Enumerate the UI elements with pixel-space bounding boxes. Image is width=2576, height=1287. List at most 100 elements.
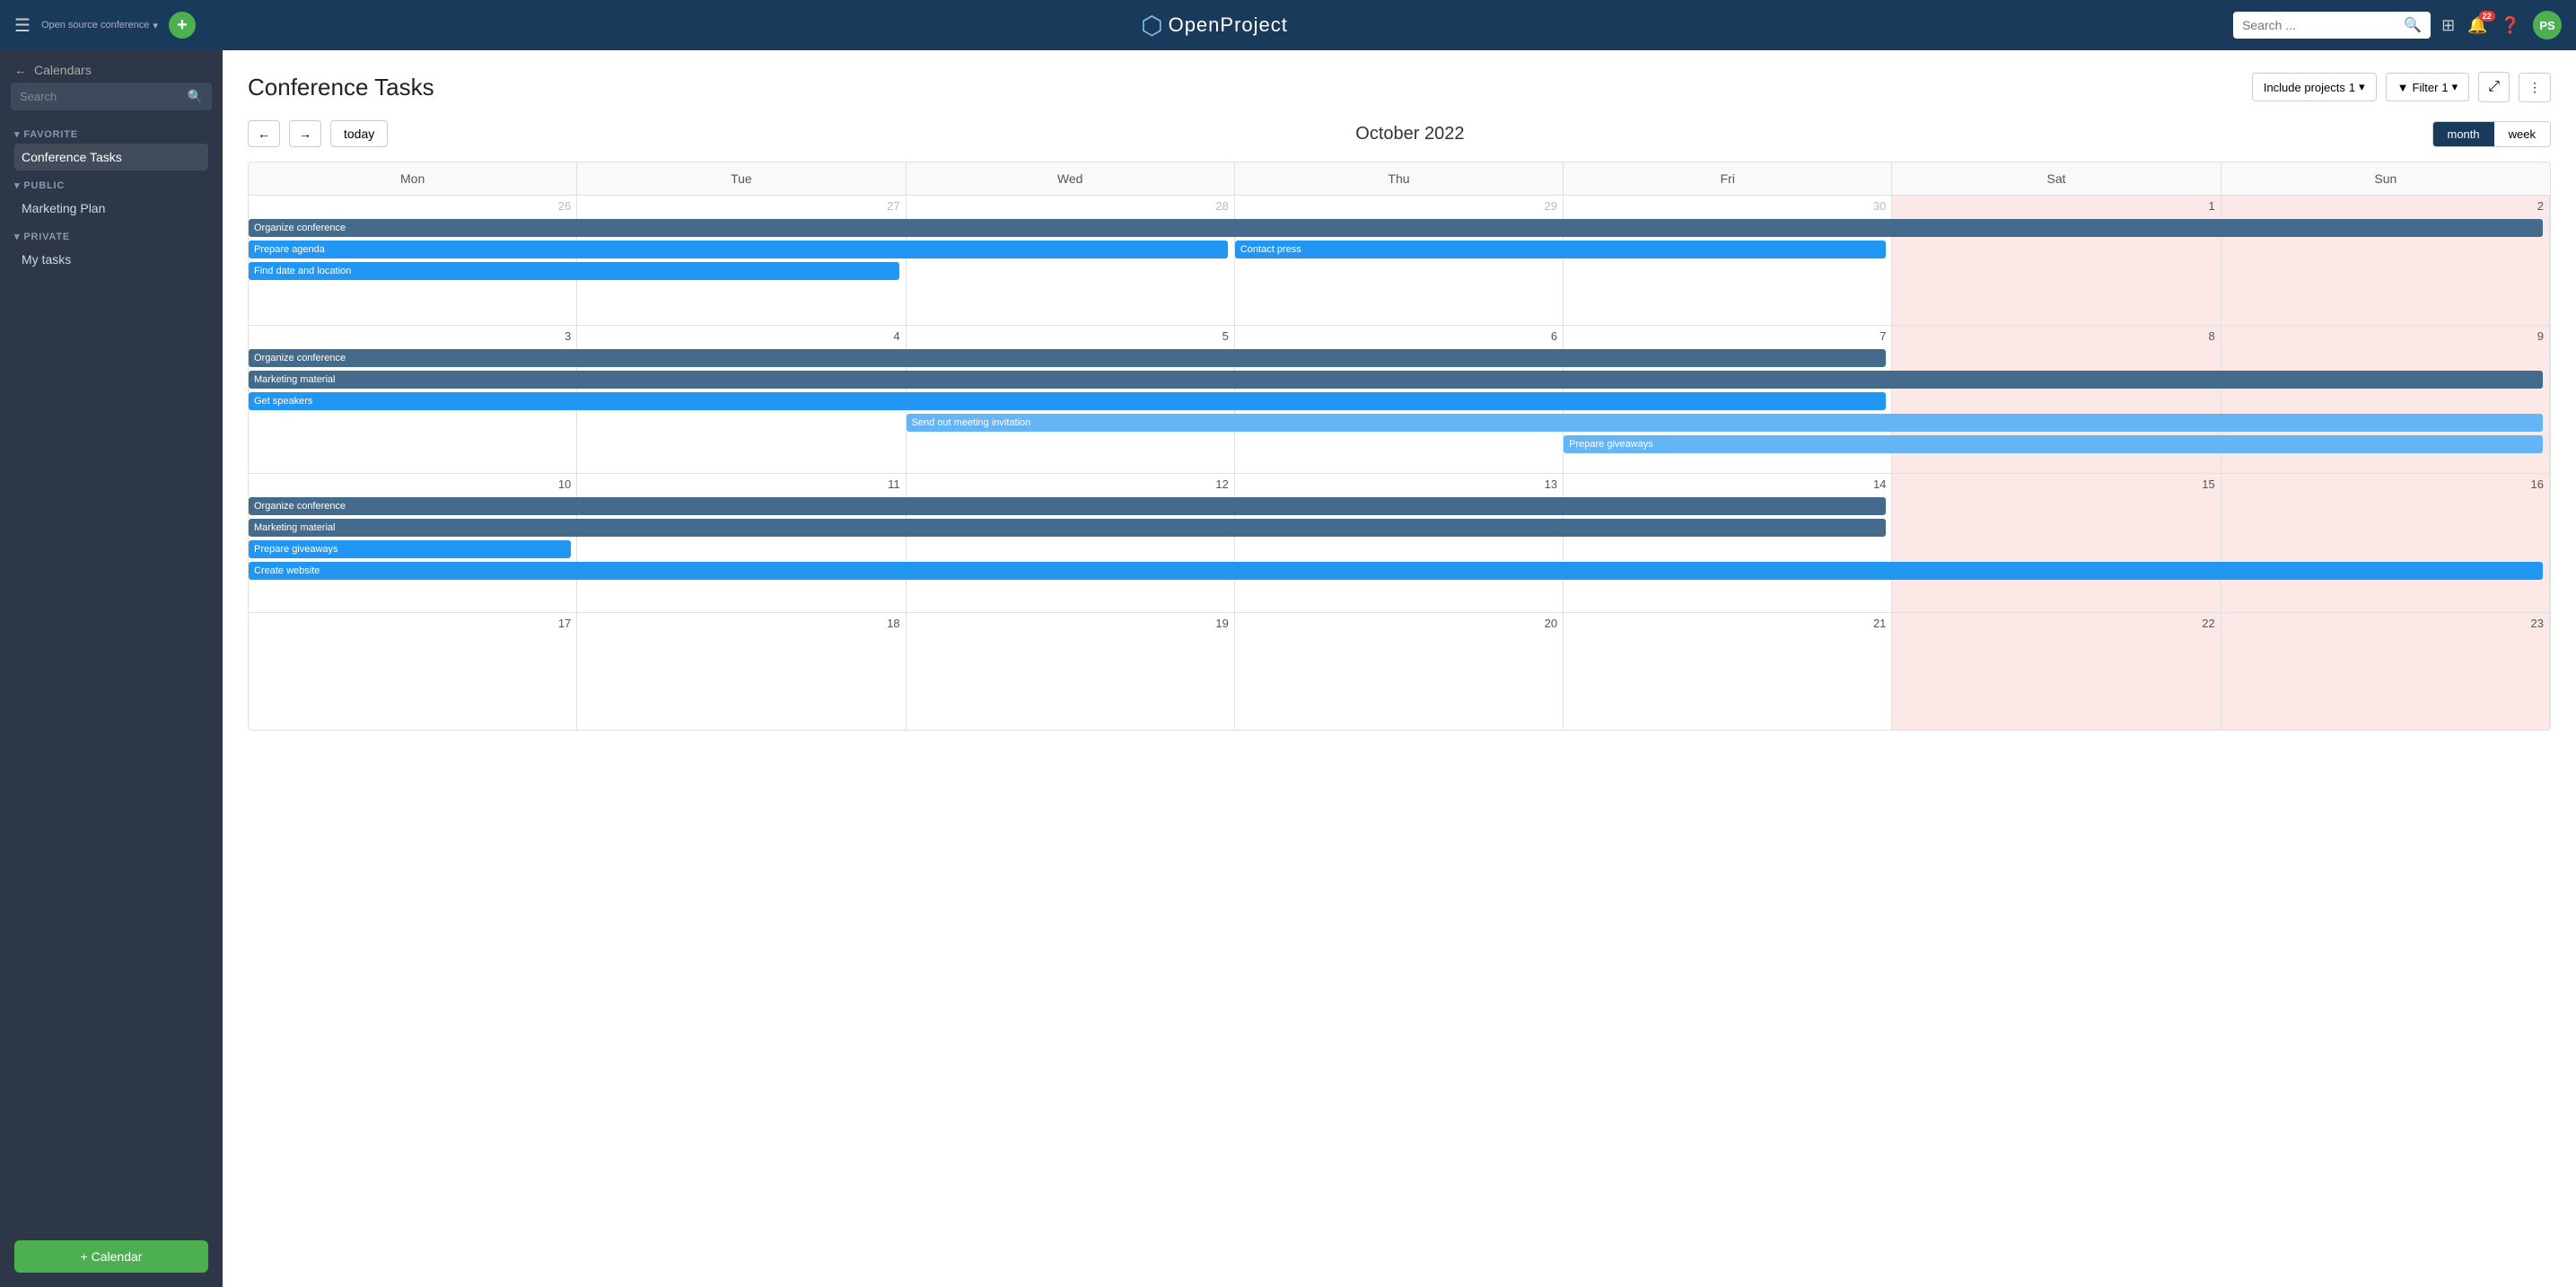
chevron-down-icon: ▾ [2452,80,2458,94]
sidebar-search-icon: 🔍 [188,89,203,104]
calendar-grid: Mon Tue Wed Thu Fri Sat Sun 26 27 28 29 … [248,162,2551,731]
sidebar-item-my-tasks[interactable]: My tasks [14,246,208,273]
chevron-down-icon: ▾ [14,179,20,191]
app-body: ← Calendars 🔍 ▾ Mon FAVORITE Conference … [0,50,2576,1287]
today-button[interactable]: today [330,120,388,147]
calendar-event[interactable]: Prepare agenda [249,241,1228,258]
calendar-event[interactable]: Contact press [1235,241,1886,258]
sidebar-item-conference-tasks[interactable]: Conference Tasks [14,144,208,171]
day-header-tue: Tue [577,162,906,195]
day-cell-13[interactable]: 13 [1235,474,1564,612]
arrow-left-icon: ← [14,63,27,77]
day-cell-1[interactable]: 1 [1892,196,2221,325]
filter-button[interactable]: ▼ Filter 1 ▾ [2386,73,2470,101]
day-num: 17 [254,617,571,634]
sidebar-section-private-header: ▾ PRIVATE [14,231,208,242]
global-search[interactable]: 🔍 [2233,12,2431,39]
day-num: 3 [254,329,571,346]
app-title: OpenProject [1169,13,1288,37]
search-icon: 🔍 [2404,16,2422,34]
project-name-label: Open source conference [41,20,149,31]
calendar-event[interactable]: Organize conference [249,219,2543,237]
day-num: 12 [912,477,1229,495]
notification-icon[interactable]: 🔔 22 [2467,16,2487,35]
sidebar-section-favorite-header: ▾ Mon FAVORITE [14,128,208,140]
day-cell-19[interactable]: 19 [907,613,1235,730]
search-input[interactable] [2242,18,2398,32]
day-num: 26 [254,199,571,216]
day-cell-30[interactable]: 30 [1564,196,1892,325]
day-num: 27 [583,199,899,216]
expand-button[interactable]: ⤢ [2478,72,2510,102]
day-cell-2[interactable]: 2 [2221,196,2550,325]
logo-icon: ⬡ [1141,11,1162,40]
sidebar-title: Calendars [34,63,92,77]
day-cell-16[interactable]: 16 [2221,474,2550,612]
sidebar-resize-handle[interactable] [219,50,223,1287]
include-projects-button[interactable]: Include projects 1 ▾ [2252,73,2377,101]
grid-icon[interactable]: ⊞ [2441,16,2455,35]
calendar-event[interactable]: Prepare giveaways [1564,435,2543,453]
day-cell-17[interactable]: 17 [249,613,577,730]
day-cell-15[interactable]: 15 [1892,474,2221,612]
day-cell-18[interactable]: 18 [577,613,906,730]
main-content: Conference Tasks Include projects 1 ▾ ▼ … [223,50,2576,1287]
day-cell-11[interactable]: 11 [577,474,906,612]
nav-icons: ⊞ 🔔 22 ❓ PS [2441,11,2562,39]
day-cell-23[interactable]: 23 [2221,613,2550,730]
day-num: 6 [1240,329,1557,346]
more-options-button[interactable]: ⋮ [2519,73,2551,102]
avatar[interactable]: PS [2533,11,2562,39]
day-num: 19 [912,617,1229,634]
add-project-button[interactable]: + [169,12,196,39]
week-row-3: 10 11 12 13 14 15 16 Organize conference… [249,473,2550,612]
day-cell-27[interactable]: 27 [577,196,906,325]
day-num: 8 [1897,329,2214,346]
chevron-down-icon: ▾ [153,20,158,31]
calendar-event[interactable]: Find date and location [249,262,899,280]
top-nav: ☰ Open source conference ▾ + ⬡ OpenProje… [0,0,2576,50]
add-calendar-button[interactable]: + Calendar [14,1240,208,1273]
day-cell-20[interactable]: 20 [1235,613,1564,730]
week-row-4: 17 18 19 20 21 22 23 [249,612,2550,730]
week-row-2: 3 4 5 6 7 8 9 Organize conferenceMarketi… [249,325,2550,473]
week-view-button[interactable]: week [2494,122,2550,146]
day-cell-21[interactable]: 21 [1564,613,1892,730]
calendar-event[interactable]: Send out meeting invitation [907,414,2544,432]
day-header-thu: Thu [1235,162,1564,195]
calendar-event[interactable]: Marketing material [249,519,1886,537]
day-cell-29[interactable]: 29 [1235,196,1564,325]
day-cell-28[interactable]: 28 [907,196,1235,325]
next-month-button[interactable]: → [289,120,321,147]
calendar-event[interactable]: Organize conference [249,497,1886,515]
calendar-event[interactable]: Create website [249,562,2543,580]
day-cell-26[interactable]: 26 [249,196,577,325]
project-selector[interactable]: Open source conference ▾ [41,20,158,31]
sidebar-search-input[interactable] [20,90,182,103]
day-num: 13 [1240,477,1557,495]
day-cell-22[interactable]: 22 [1892,613,2221,730]
sidebar-back-button[interactable]: ← Calendars [0,50,223,83]
calendar-nav: ← → today October 2022 month week [248,120,2551,147]
prev-month-button[interactable]: ← [248,120,280,147]
sidebar-item-marketing-plan[interactable]: Marketing Plan [14,195,208,222]
month-view-button[interactable]: month [2433,122,2494,146]
day-cell-14[interactable]: 14 [1564,474,1892,612]
calendar-event[interactable]: Organize conference [249,349,1886,367]
notification-badge: 22 [2479,11,2495,22]
sidebar-search[interactable]: 🔍 [11,83,212,110]
week-row-1: 26 27 28 29 30 1 2 Organize conference Pr… [249,195,2550,325]
calendar-event[interactable]: Marketing material [249,371,2543,389]
menu-icon[interactable]: ☰ [14,14,31,37]
day-num: 22 [1897,617,2214,634]
filter-count: 1 [2441,81,2448,94]
day-num: 4 [583,329,899,346]
chevron-down-icon: ▾ [2359,80,2365,94]
help-icon[interactable]: ❓ [2501,16,2520,35]
sidebar-section-public-header: ▾ PUBLIC [14,179,208,191]
calendar-event[interactable]: Get speakers [249,392,1886,410]
sidebar-section-favorite: ▾ Mon FAVORITE Conference Tasks [0,123,223,174]
day-cell-12[interactable]: 12 [907,474,1235,612]
calendar-header-row: Mon Tue Wed Thu Fri Sat Sun [249,162,2550,195]
calendar-event[interactable]: Prepare giveaways [249,540,571,558]
